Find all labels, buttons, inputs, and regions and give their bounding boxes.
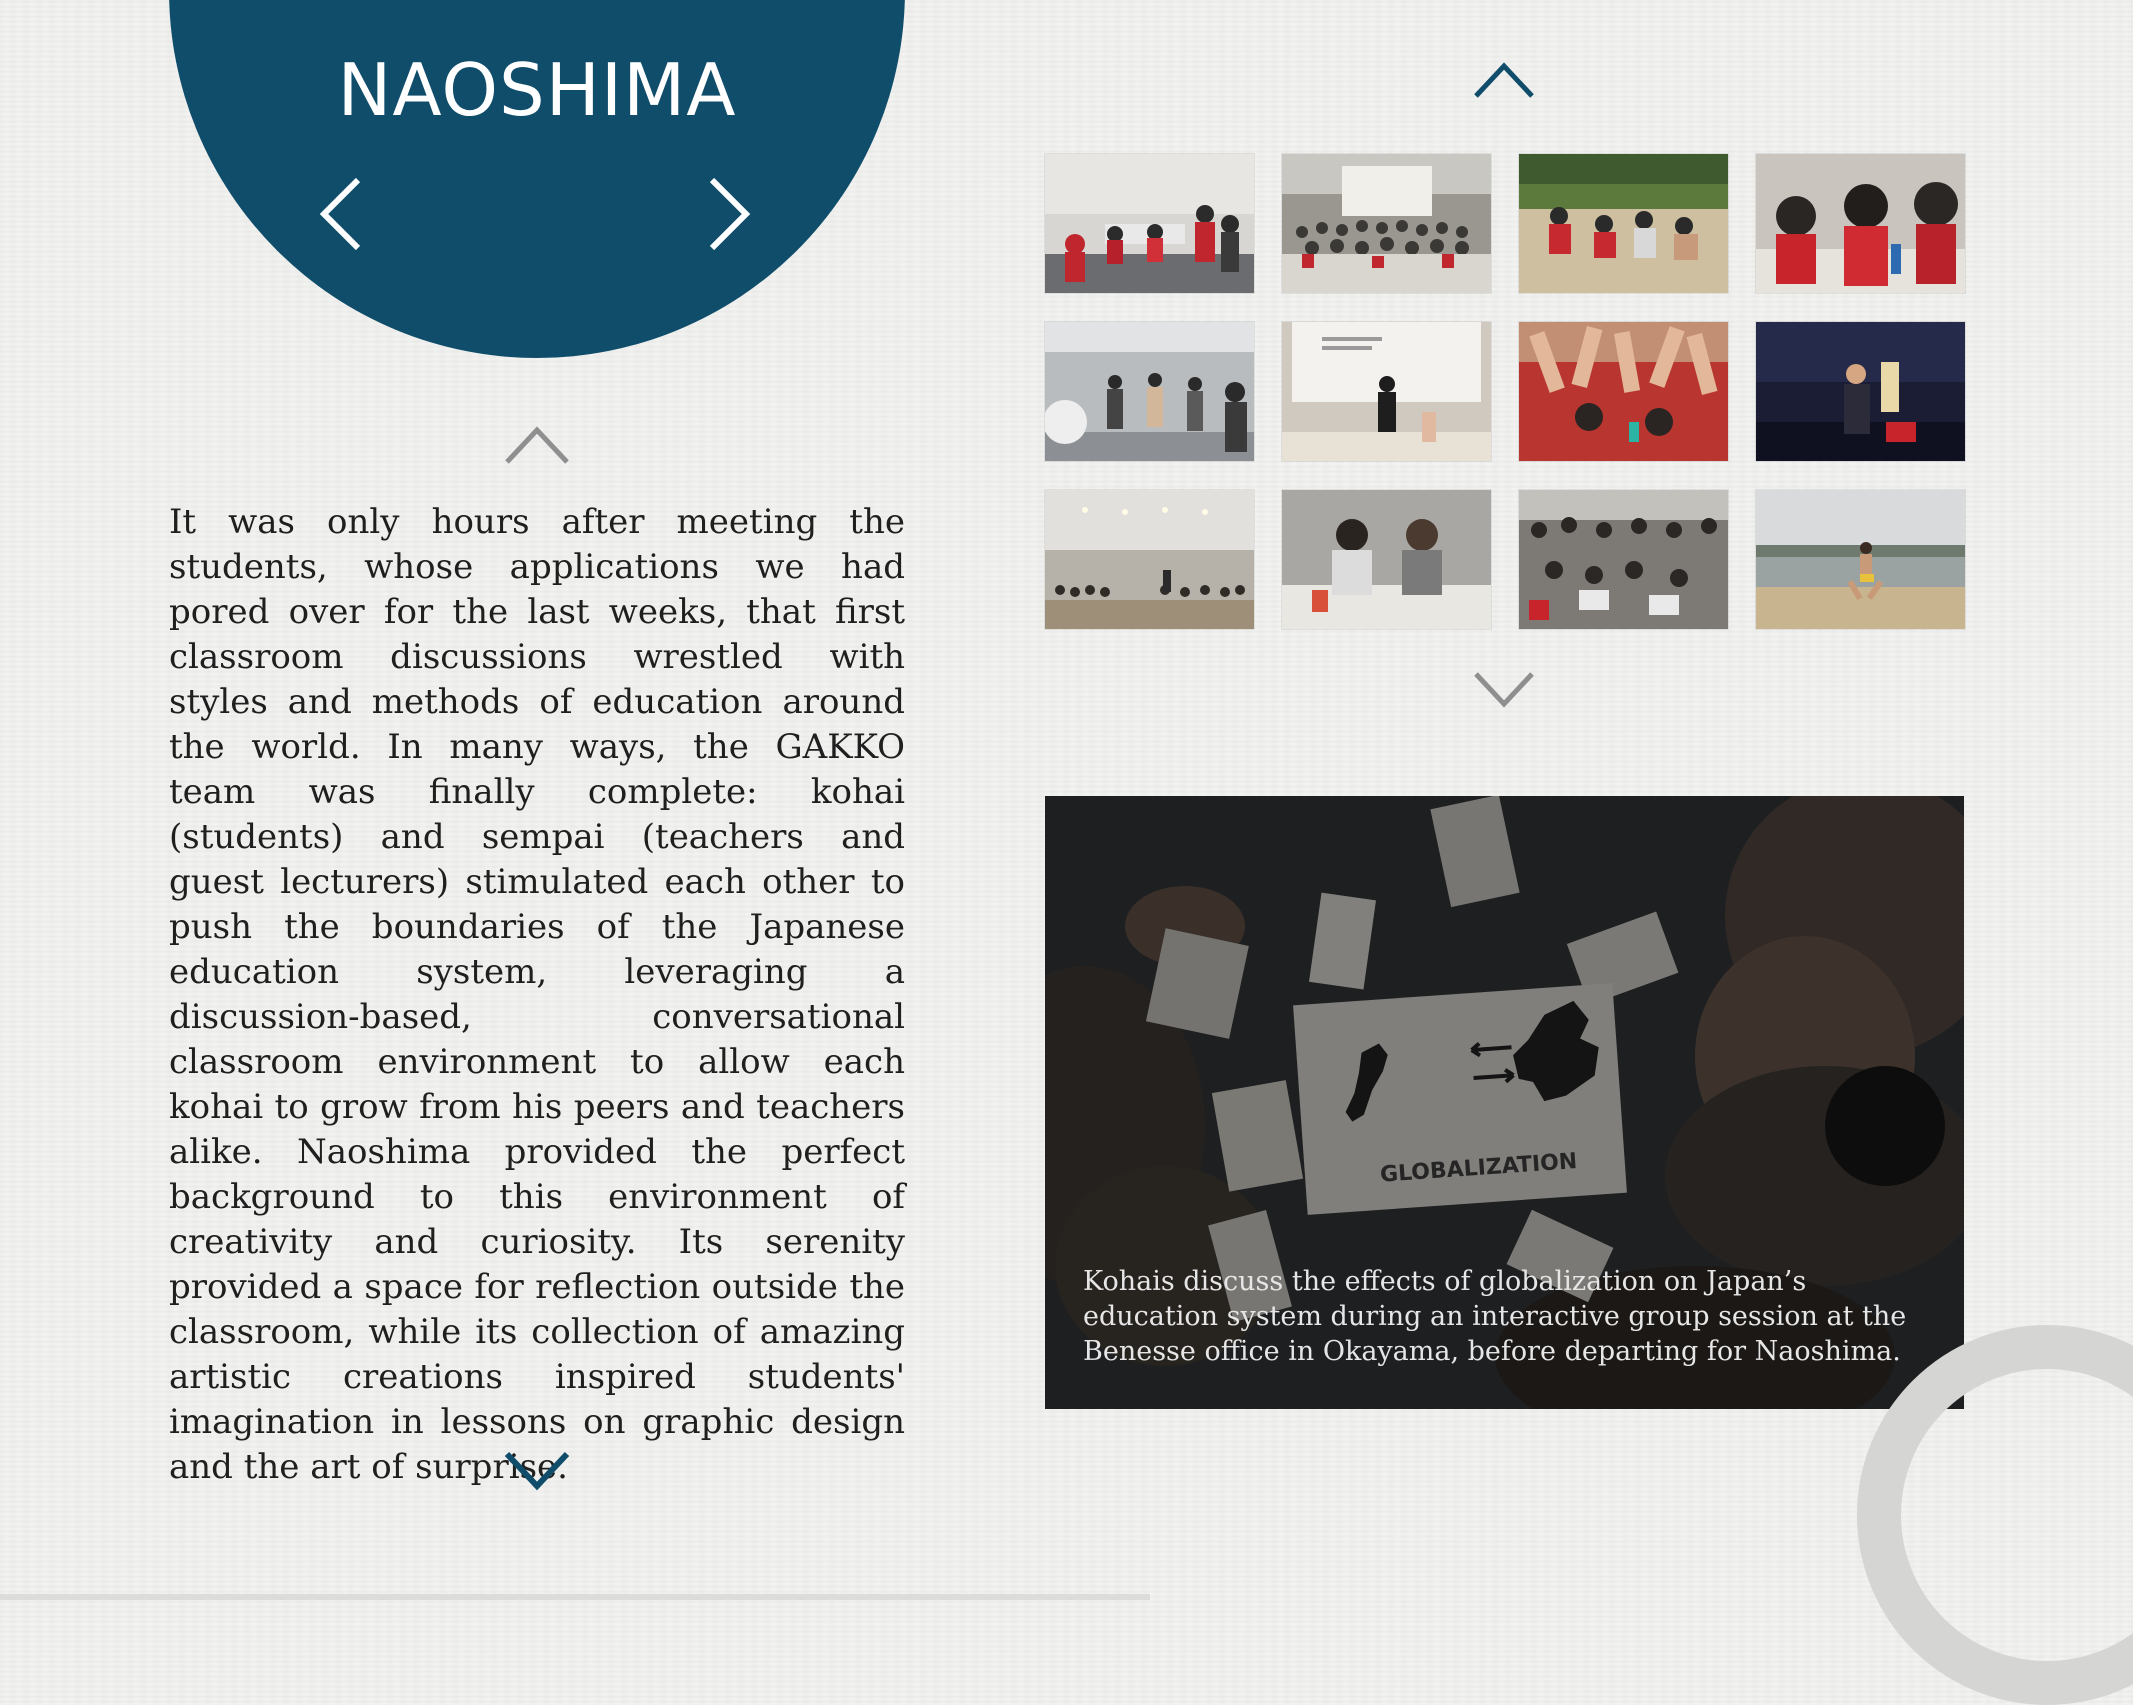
thumbnail-lecture-hall[interactable] xyxy=(1045,490,1254,629)
thumbnail-two-students[interactable] xyxy=(1282,490,1491,629)
featured-photo: GLOBALIZATION Kohais discuss the effects… xyxy=(1045,796,1964,1409)
thumbnail-students-dancing[interactable] xyxy=(1045,322,1254,461)
thumbnail-students-laughing[interactable] xyxy=(1756,154,1965,293)
thumbnail-beach-group[interactable] xyxy=(1519,154,1728,293)
article-text: It was only hours after meeting the stud… xyxy=(169,502,905,1487)
gallery-scroll-up-icon[interactable] xyxy=(1472,58,1536,100)
bottom-divider xyxy=(0,1594,1150,1600)
text-scroll-up-icon[interactable] xyxy=(503,422,571,466)
page-title: NAOSHIMA xyxy=(337,48,737,132)
thumbnail-group-photo[interactable] xyxy=(1282,154,1491,293)
photo-caption: Kohais discuss the effects of globalizat… xyxy=(1083,1266,1907,1367)
text-scroll-down-icon[interactable] xyxy=(503,1448,571,1492)
gallery-scroll-down-icon[interactable] xyxy=(1472,668,1536,710)
thumbnail-night-performance[interactable] xyxy=(1756,322,1965,461)
thumbnail-crowd-workshop[interactable] xyxy=(1519,490,1728,629)
chevron-left-icon[interactable] xyxy=(316,174,376,254)
thumbnail-raised-hands[interactable] xyxy=(1519,322,1728,461)
thumbnail-runner-beach[interactable] xyxy=(1756,490,1965,629)
chevron-right-icon[interactable] xyxy=(700,174,760,254)
thumbnail-speaker-presentation[interactable] xyxy=(1282,322,1491,461)
thumbnail-classroom-workshop[interactable] xyxy=(1045,154,1254,293)
thumbnail-grid xyxy=(1045,154,1965,629)
